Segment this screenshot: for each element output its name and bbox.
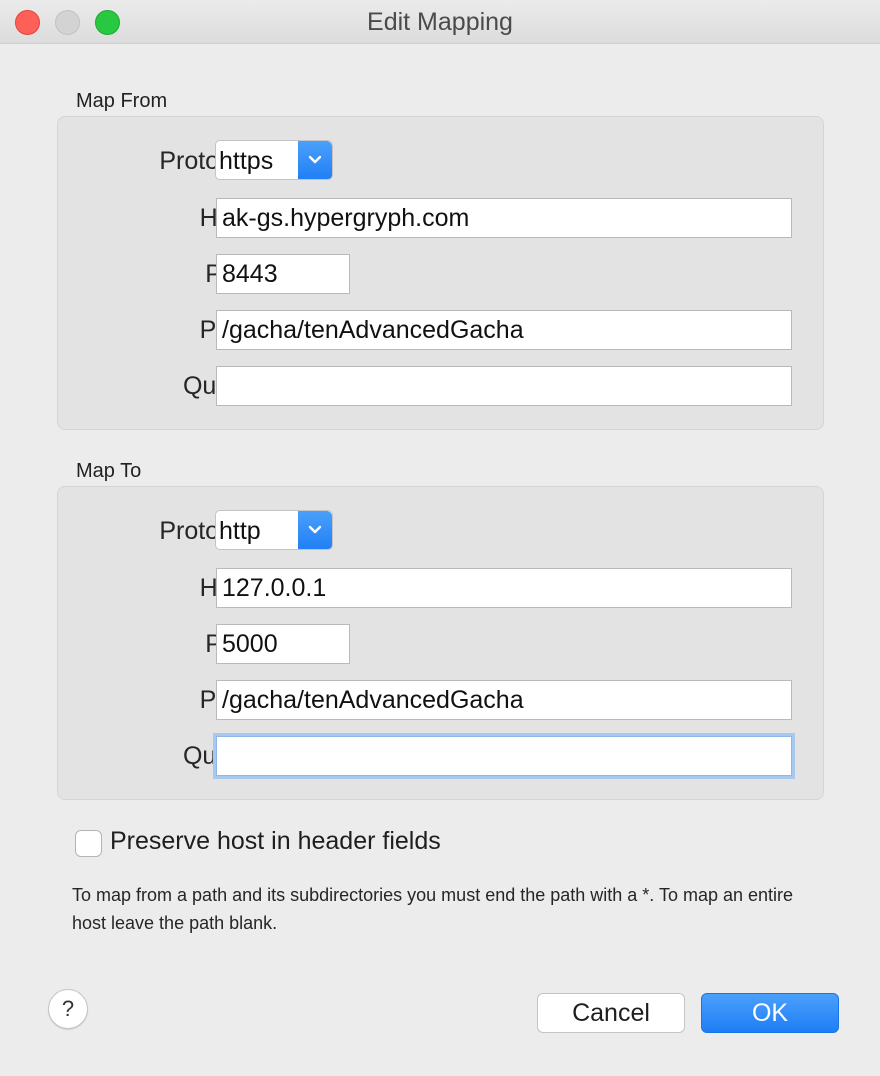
map-from-group: Protocol: https Host: ak-gs.hypergryph.c…	[57, 116, 824, 430]
ok-button[interactable]: OK	[701, 993, 839, 1033]
window-title: Edit Mapping	[367, 8, 513, 36]
map-to-label: Map To	[76, 460, 142, 482]
chevron-down-icon	[298, 141, 332, 179]
map-from-label: Map From	[76, 90, 168, 112]
to-port-input[interactable]: 5000	[216, 624, 350, 664]
preserve-host-checkbox[interactable]	[75, 830, 102, 857]
chevron-down-icon	[298, 511, 332, 549]
help-button[interactable]: ?	[48, 989, 88, 1029]
to-query-input[interactable]	[216, 736, 792, 776]
to-protocol-select[interactable]: http	[215, 510, 333, 550]
from-host-input[interactable]: ak-gs.hypergryph.com	[216, 198, 792, 238]
from-query-input[interactable]	[216, 366, 792, 406]
path-hint-text: To map from a path and its subdirectorie…	[72, 885, 794, 933]
preserve-host-label[interactable]: Preserve host in header fields	[110, 827, 441, 856]
cancel-button[interactable]: Cancel	[537, 993, 685, 1033]
to-host-input[interactable]: 127.0.0.1	[216, 568, 792, 608]
title-bar: Edit Mapping	[0, 0, 880, 44]
from-protocol-select[interactable]: https	[215, 140, 333, 180]
help-icon: ?	[61, 996, 75, 1021]
to-path-input[interactable]: /gacha/tenAdvancedGacha	[216, 680, 792, 720]
to-protocol-value: http	[219, 517, 261, 545]
from-path-input[interactable]: /gacha/tenAdvancedGacha	[216, 310, 792, 350]
from-protocol-value: https	[219, 147, 274, 175]
edit-mapping-window: Edit Mapping Map From Protocol: https Ho…	[0, 0, 880, 1076]
from-port-input[interactable]: 8443	[216, 254, 350, 294]
map-to-group: Protocol: http Host: 127.0.0.1 Port: 500…	[57, 486, 824, 800]
